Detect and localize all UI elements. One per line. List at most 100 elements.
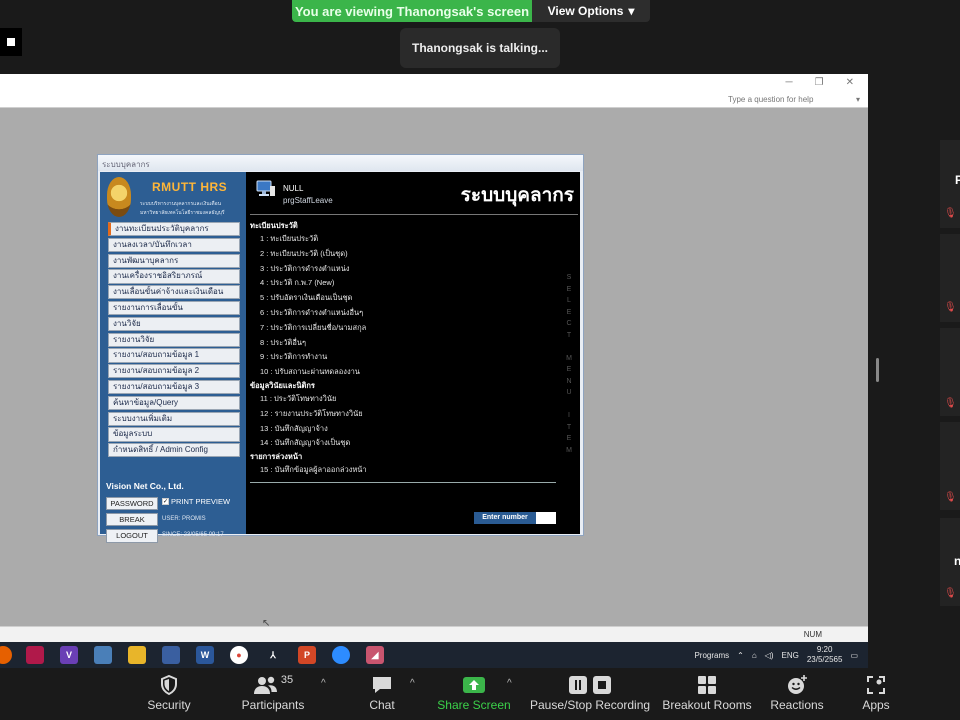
checkbox-checked-icon[interactable]: ✓ bbox=[162, 498, 169, 505]
enter-number-input[interactable] bbox=[536, 512, 556, 524]
dialog-title: ระบบบุคลากร bbox=[98, 155, 583, 171]
menu-item[interactable]: รายงาน/สอบถามข้อมูล 1 bbox=[108, 348, 240, 363]
print-preview-option[interactable]: ✓ PRINT PREVIEW bbox=[162, 497, 230, 506]
word-icon[interactable]: W bbox=[196, 646, 214, 664]
password-button[interactable]: PASSWORD bbox=[106, 497, 158, 510]
option-item[interactable]: 7 : ประวัติการเปลี่ยนชื่อ/นามสกุล bbox=[250, 321, 550, 336]
option-item[interactable]: 2 : ทะเบียนประวัติ (เป็นชุด) bbox=[250, 247, 550, 262]
pause-stop-recording-button[interactable]: Pause/Stop Recording bbox=[530, 672, 650, 712]
menu-item[interactable]: งานลงเวลา/บันทึกเวลา bbox=[108, 237, 240, 253]
close-icon[interactable]: ✕ bbox=[846, 77, 854, 88]
option-item[interactable]: 14 : บันทึกสัญญาจ้างเป็นชุด bbox=[250, 436, 550, 451]
option-item[interactable]: 12 : รายงานประวัติโทษทางวินัย bbox=[250, 407, 550, 422]
option-item[interactable]: 8 : ประวัติอื่นๆ bbox=[250, 336, 550, 351]
recording-label: Pause/Stop Recording bbox=[529, 698, 651, 712]
chevron-down-icon: ▾ bbox=[855, 94, 860, 104]
pause-stop-icon bbox=[568, 672, 612, 698]
language-indicator[interactable]: ENG bbox=[782, 651, 799, 660]
chat-icon bbox=[371, 672, 393, 698]
speaker-icon[interactable]: ◁) bbox=[765, 651, 774, 660]
programs-label[interactable]: Programs bbox=[694, 651, 729, 660]
num-lock-status: NUM bbox=[803, 630, 822, 639]
option-item[interactable]: 6 : ประวัติการดำรงตำแหน่งอื่นๆ bbox=[250, 306, 550, 321]
menu-item[interactable]: งานวิจัย bbox=[108, 316, 240, 332]
option-item[interactable]: 3 : ประวัติการดำรงตำแหน่ง bbox=[250, 262, 550, 277]
chrome-icon[interactable]: ● bbox=[230, 646, 248, 664]
section-heading: ข้อมูลวินัยและนิติกร bbox=[250, 380, 315, 390]
breakout-rooms-label: Breakout Rooms bbox=[662, 698, 752, 712]
clock[interactable]: 9:20 23/5/2565 bbox=[807, 645, 843, 665]
mic-muted-icon: 🎙 bbox=[944, 492, 957, 503]
share-screen-button[interactable]: Share Screen bbox=[419, 672, 529, 712]
logo-name: RMUTT HRS bbox=[152, 180, 228, 194]
menu-item[interactable]: กำหนดสิทธิ์ / Admin Config bbox=[108, 443, 240, 458]
menu-item[interactable]: งานทะเบียนประวัติบุคลากร bbox=[108, 222, 240, 237]
logo-subtitle-1: ระบบบริหารงานบุคลากรและเงินเดือน bbox=[140, 201, 222, 207]
access-icon[interactable]: ◢ bbox=[366, 646, 384, 664]
menu-item[interactable]: รายงาน/สอบถามข้อมูล 2 bbox=[108, 364, 240, 379]
option-item[interactable]: 15 : บันทึกข้อมูลผู้ลาออกล่วงหน้า bbox=[250, 463, 550, 478]
share-caret-icon[interactable]: ^ bbox=[507, 678, 512, 689]
options-divider bbox=[250, 482, 556, 483]
menu-item[interactable]: รายงานการเลื่อนขั้น bbox=[108, 300, 240, 316]
menu-item[interactable]: รายงานวิจัย bbox=[108, 332, 240, 347]
participants-button[interactable]: 35 Participants bbox=[218, 672, 328, 712]
notepad-icon[interactable] bbox=[94, 646, 112, 664]
firefox-icon[interactable] bbox=[0, 646, 12, 664]
zoom-icon[interactable] bbox=[332, 646, 350, 664]
print-preview-label: PRINT PREVIEW bbox=[171, 497, 231, 506]
apps-icon bbox=[866, 672, 886, 698]
shield-icon bbox=[160, 672, 178, 698]
help-search-box[interactable]: Type a question for help ▾ bbox=[724, 92, 864, 106]
participants-icon: 35 bbox=[253, 672, 293, 698]
app-icon[interactable] bbox=[26, 646, 44, 664]
reactions-label: Reactions bbox=[770, 698, 824, 712]
option-item[interactable]: 11 : ประวัติโทษทางวินัย bbox=[250, 392, 550, 407]
option-item[interactable]: 1 : ทะเบียนประวัติ bbox=[250, 232, 550, 247]
option-item[interactable]: 4 : ประวัติ ก.พ.7 (New) bbox=[250, 276, 550, 291]
logout-button-label[interactable]: LOGOUT bbox=[106, 529, 158, 543]
chat-caret-icon[interactable]: ^ bbox=[410, 678, 415, 689]
zoom-toolbar: Security 35 Participants ^ Chat ^ Share … bbox=[0, 668, 960, 720]
apps-button[interactable]: Apps bbox=[821, 672, 931, 712]
option-item[interactable]: 13 : บันทึกสัญญาจ้าง bbox=[250, 422, 550, 437]
visual-studio-icon[interactable]: V bbox=[60, 646, 78, 664]
company-name: Vision Net Co., Ltd. bbox=[106, 481, 184, 491]
excel-status-bar: NUM bbox=[0, 626, 868, 642]
zoom-meeting-window: You are viewing Thanongsak's screen View… bbox=[0, 0, 960, 720]
hrs-left-panel: RMUTT HRS ระบบบริหารงานบุคลากรและเงินเดื… bbox=[100, 172, 246, 534]
menu-item[interactable]: ค้นหาข้อมูล/Query bbox=[108, 395, 240, 411]
stop-share-indicator[interactable] bbox=[0, 28, 22, 56]
break-button[interactable]: BREAK bbox=[106, 513, 158, 526]
system-tray: Programs ⌃ ⌂ ◁) ENG 9:20 23/5/2565 ▭ bbox=[694, 644, 858, 666]
participants-count: 35 bbox=[280, 674, 294, 686]
menu-item[interactable]: งานเลื่อนขั้นค่าจ้างและเงินเดือน bbox=[108, 285, 240, 300]
computer-icon bbox=[256, 180, 275, 196]
view-options-button[interactable]: View Options ▾ bbox=[532, 0, 650, 22]
chevron-up-icon[interactable]: ⌃ bbox=[737, 651, 744, 660]
acrobat-icon[interactable]: ⅄ bbox=[264, 646, 282, 664]
menu-item[interactable]: ข้อมูลระบบ bbox=[108, 427, 240, 442]
menu-item[interactable]: ระบบงานเพิ่มเติม bbox=[108, 411, 240, 426]
splitter-handle[interactable] bbox=[876, 358, 879, 382]
menu-item[interactable]: งานพัฒนาบุคลากร bbox=[108, 253, 240, 268]
participants-caret-icon[interactable]: ^ bbox=[321, 678, 326, 689]
logo-subtitle-2: มหาวิทยาลัยเทคโนโลยีราชมงคลธัญบุรี bbox=[140, 210, 225, 216]
mic-muted-icon: 🎙 bbox=[944, 302, 957, 313]
talking-indicator: Thanongsak is talking... bbox=[400, 28, 560, 68]
menu-item[interactable]: งานเครื่องราชอิสริยาภรณ์ bbox=[108, 269, 240, 284]
network-tray-icon[interactable]: ⌂ bbox=[752, 651, 757, 660]
option-item[interactable]: 9 : ประวัติการทำงาน bbox=[250, 350, 550, 365]
option-item[interactable]: 5 : ปรับอัตราเงินเดือนเป็นชุด bbox=[250, 291, 550, 306]
file-explorer-icon[interactable] bbox=[128, 646, 146, 664]
maximize-icon[interactable]: ❐ bbox=[815, 77, 824, 88]
network-icon[interactable] bbox=[162, 646, 180, 664]
option-item[interactable]: 10 : ปรับสถานะผ่านทดลองงาน bbox=[250, 365, 550, 380]
program-name: prgStaffLeave bbox=[283, 196, 333, 205]
minimize-icon[interactable]: ─ bbox=[786, 77, 793, 88]
powerpoint-icon[interactable]: P bbox=[298, 646, 316, 664]
security-button[interactable]: Security bbox=[114, 672, 224, 712]
hrs-menu: งานทะเบียนประวัติบุคลากร งานลงเวลา/บันทึ… bbox=[108, 222, 240, 459]
notifications-icon[interactable]: ▭ bbox=[850, 651, 858, 660]
menu-item[interactable]: รายงาน/สอบถามข้อมูล 3 bbox=[108, 379, 240, 395]
